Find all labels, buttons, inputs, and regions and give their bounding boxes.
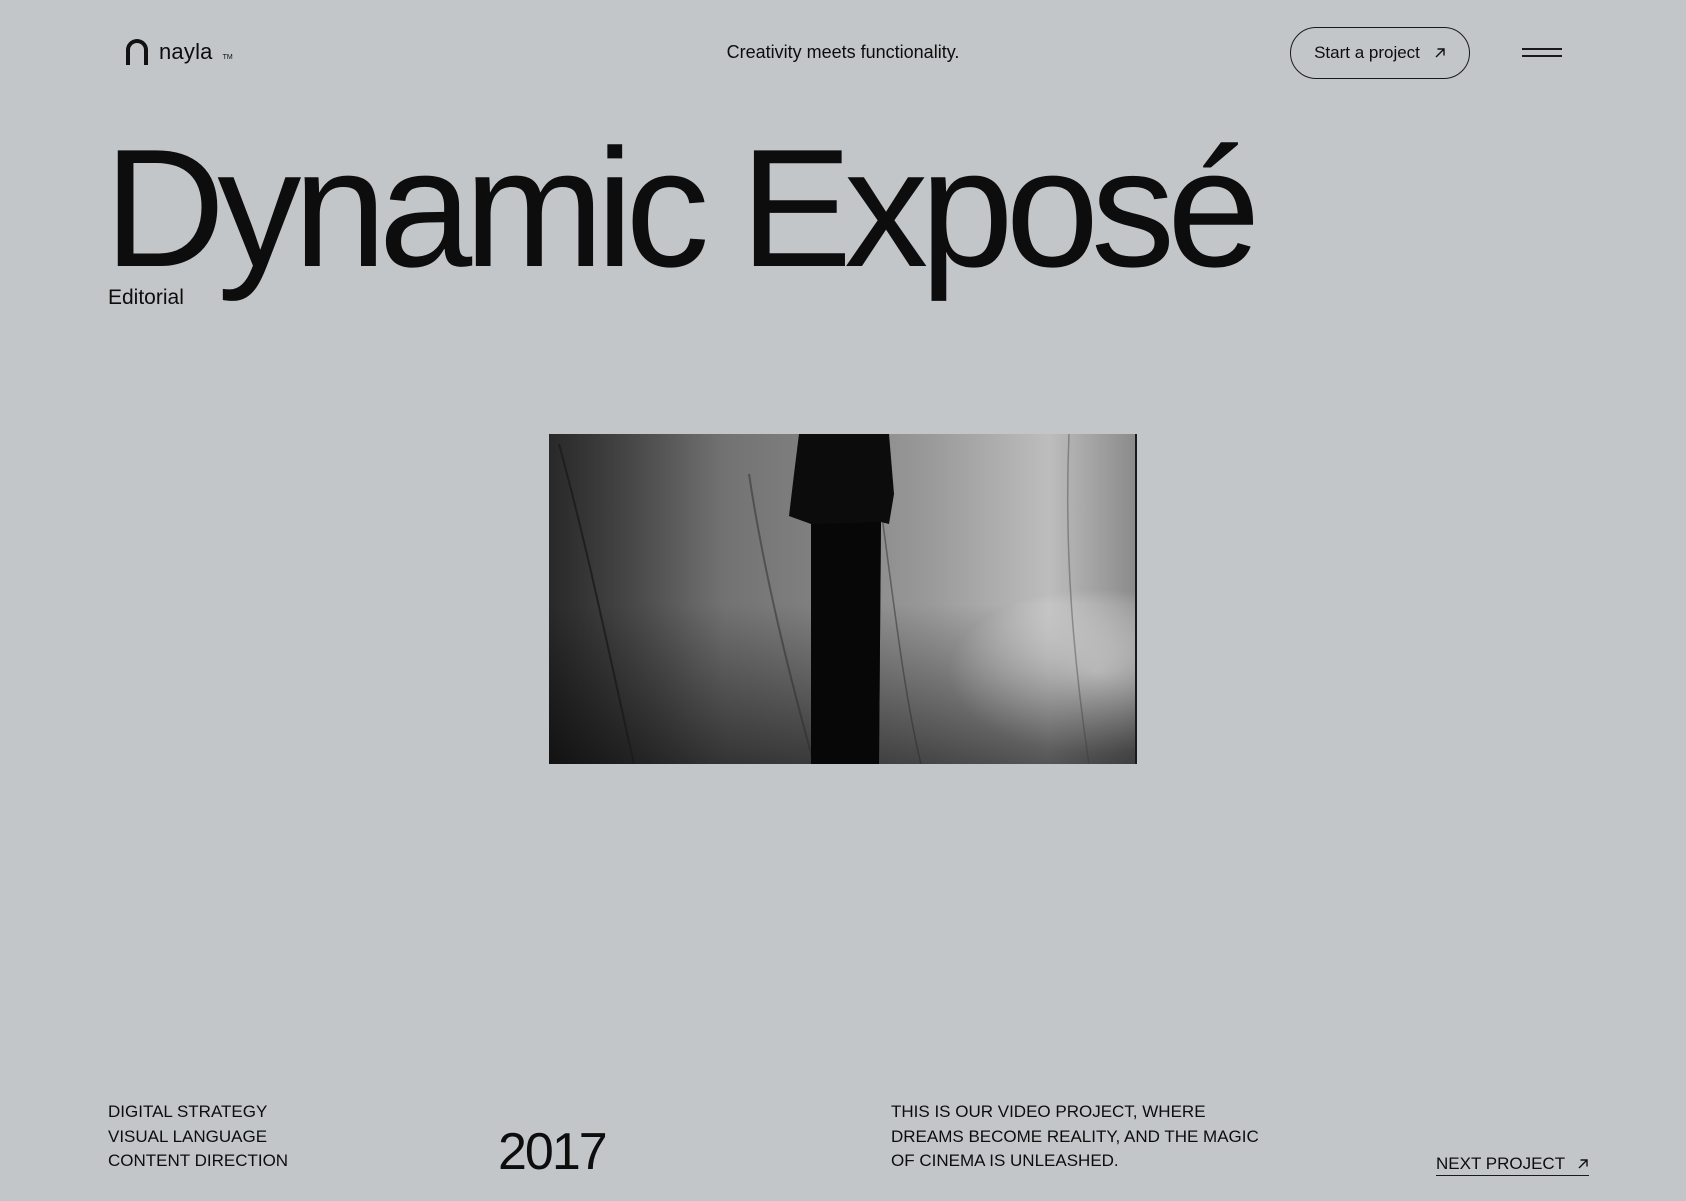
description-line: THIS IS OUR VIDEO PROJECT, WHERE	[891, 1102, 1206, 1121]
project-title: Dynamic Exposé	[104, 114, 1260, 302]
menu-line-top	[1522, 48, 1562, 50]
project-video[interactable]	[549, 434, 1137, 764]
arrow-up-right-icon	[1578, 1159, 1588, 1169]
service-item: VISUAL LANGUAGE	[108, 1126, 268, 1146]
arrow-up-right-icon	[1435, 48, 1445, 58]
start-project-label: Start a project	[1314, 43, 1420, 62]
service-item: DIGITAL STRATEGY	[108, 1102, 268, 1121]
services-list: DIGITAL STRATEGY VISUAL LANGUAGE CONTENT…	[108, 1100, 288, 1174]
start-project-button[interactable]: Start a project	[1290, 27, 1470, 79]
menu-line-bottom	[1522, 55, 1562, 57]
next-project-label: NEXT PROJECT	[1436, 1154, 1566, 1173]
project-year: 2017	[498, 1123, 608, 1181]
video-frame-image	[549, 434, 1137, 764]
project-category: Editorial	[108, 286, 184, 309]
description-line: OF CINEMA IS UNLEASHED.	[891, 1151, 1119, 1170]
site-header: nayla TM Creativity meets functionality.…	[0, 0, 1686, 106]
project-description: THIS IS OUR VIDEO PROJECT, WHERE DREAMS …	[891, 1100, 1259, 1174]
next-project-link[interactable]: NEXT PROJECT	[1436, 1154, 1590, 1176]
service-item: CONTENT DIRECTION	[108, 1151, 289, 1170]
hamburger-menu-icon[interactable]	[1522, 46, 1564, 60]
description-line: DREAMS BECOME REALITY, AND THE MAGIC	[891, 1126, 1259, 1146]
